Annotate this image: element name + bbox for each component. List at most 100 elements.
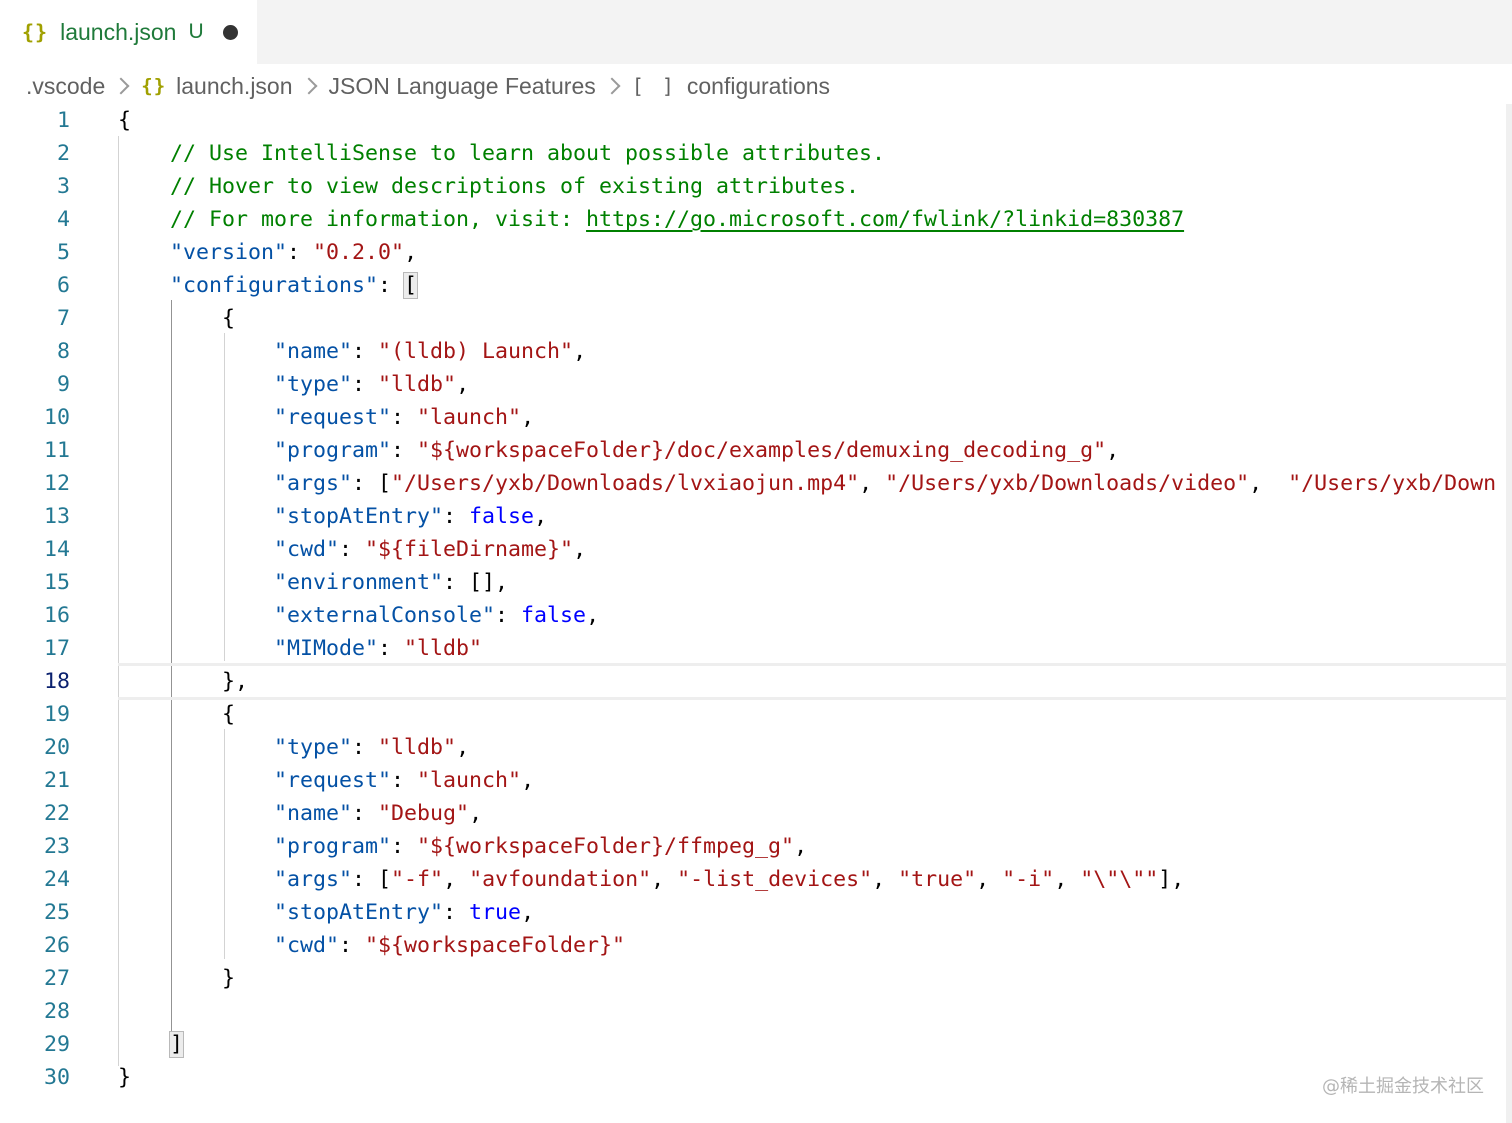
line-number[interactable]: 20 — [0, 731, 70, 764]
code-line[interactable]: 4 // For more information, visit: https:… — [0, 203, 1506, 236]
line-number[interactable]: 21 — [0, 764, 70, 797]
code-line[interactable]: 14 "cwd": "${fileDirname}", — [0, 533, 1506, 566]
line-content[interactable]: "stopAtEntry": false, — [118, 500, 547, 533]
line-content[interactable]: "MIMode": "lldb" — [118, 632, 482, 665]
line-content[interactable]: { — [118, 104, 131, 137]
code-line[interactable]: 9 "type": "lldb", — [0, 368, 1506, 401]
code-line[interactable]: 11 "program": "${workspaceFolder}/doc/ex… — [0, 434, 1506, 467]
line-number[interactable]: 14 — [0, 533, 70, 566]
line-number[interactable]: 4 — [0, 203, 70, 236]
code-line[interactable]: 18 }, — [0, 663, 1506, 700]
vertical-scrollbar[interactable] — [1506, 104, 1512, 1123]
line-number[interactable]: 13 — [0, 500, 70, 533]
line-content[interactable]: { — [118, 698, 235, 731]
code-line[interactable]: 27 } — [0, 962, 1506, 995]
code-line[interactable]: 13 "stopAtEntry": false, — [0, 500, 1506, 533]
line-number[interactable]: 7 — [0, 302, 70, 335]
line-content[interactable]: "args": ["/Users/yxb/Downloads/lvxiaojun… — [118, 467, 1496, 500]
line-content[interactable]: // For more information, visit: https://… — [118, 203, 1184, 236]
line-number[interactable]: 28 — [0, 995, 70, 1028]
line-content[interactable]: "cwd": "${fileDirname}", — [118, 533, 586, 566]
line-number[interactable]: 17 — [0, 632, 70, 665]
line-content[interactable]: "name": "(lldb) Launch", — [118, 335, 586, 368]
code-line[interactable]: 24 "args": ["-f", "avfoundation", "-list… — [0, 863, 1506, 896]
line-number[interactable]: 29 — [0, 1028, 70, 1061]
line-content[interactable]: "request": "launch", — [118, 764, 534, 797]
line-number[interactable]: 30 — [0, 1061, 70, 1094]
line-content[interactable]: "configurations": [ — [118, 269, 419, 302]
code-line[interactable]: 5 "version": "0.2.0", — [0, 236, 1506, 269]
code-link[interactable]: https://go.microsoft.com/fwlink/?linkid=… — [586, 207, 1184, 232]
line-number[interactable]: 24 — [0, 863, 70, 896]
line-content[interactable]: "environment": [], — [118, 566, 508, 599]
line-number[interactable]: 12 — [0, 467, 70, 500]
line-content[interactable]: { — [118, 302, 235, 335]
line-content[interactable]: "type": "lldb", — [118, 368, 469, 401]
line-number[interactable]: 1 — [0, 104, 70, 137]
line-content[interactable]: } — [118, 1061, 131, 1094]
code-line[interactable]: 19 { — [0, 698, 1506, 731]
code-line[interactable]: 20 "type": "lldb", — [0, 731, 1506, 764]
line-number[interactable]: 11 — [0, 434, 70, 467]
line-number[interactable]: 10 — [0, 401, 70, 434]
code-line[interactable]: 16 "externalConsole": false, — [0, 599, 1506, 632]
line-number[interactable]: 18 — [0, 665, 70, 698]
code-line[interactable]: 28 — [0, 995, 1506, 1028]
line-content[interactable]: }, — [118, 665, 248, 698]
breadcrumb-file[interactable]: launch.json — [176, 73, 292, 100]
code-line[interactable]: 21 "request": "launch", — [0, 764, 1506, 797]
code-line[interactable]: 17 "MIMode": "lldb" — [0, 632, 1506, 665]
line-content[interactable]: "request": "launch", — [118, 401, 534, 434]
code-line[interactable]: 6 "configurations": [ — [0, 269, 1506, 302]
line-number[interactable]: 8 — [0, 335, 70, 368]
code-line[interactable]: 12 "args": ["/Users/yxb/Downloads/lvxiao… — [0, 467, 1506, 500]
code-line[interactable]: 1{ — [0, 104, 1506, 137]
line-number[interactable]: 16 — [0, 599, 70, 632]
code-line[interactable]: 25 "stopAtEntry": true, — [0, 896, 1506, 929]
line-number[interactable]: 5 — [0, 236, 70, 269]
line-content[interactable]: "type": "lldb", — [118, 731, 469, 764]
line-number[interactable]: 22 — [0, 797, 70, 830]
breadcrumb-symbol[interactable]: configurations — [687, 73, 830, 100]
line-content[interactable]: ] — [118, 1028, 185, 1061]
line-content[interactable]: "args": ["-f", "avfoundation", "-list_de… — [118, 863, 1184, 896]
code-line[interactable]: 3 // Hover to view descriptions of exist… — [0, 170, 1506, 203]
code-line[interactable]: 10 "request": "launch", — [0, 401, 1506, 434]
line-number[interactable]: 27 — [0, 962, 70, 995]
code-editor[interactable]: 1{2 // Use IntelliSense to learn about p… — [0, 104, 1506, 1123]
line-content[interactable]: "cwd": "${workspaceFolder}" — [118, 929, 625, 962]
code-line[interactable]: 22 "name": "Debug", — [0, 797, 1506, 830]
code-line[interactable]: 26 "cwd": "${workspaceFolder}" — [0, 929, 1506, 962]
code-line[interactable]: 8 "name": "(lldb) Launch", — [0, 335, 1506, 368]
line-number[interactable]: 23 — [0, 830, 70, 863]
line-content[interactable]: // Hover to view descriptions of existin… — [118, 170, 859, 203]
code-line[interactable]: 7 { — [0, 302, 1506, 335]
code-line[interactable]: 30} — [0, 1061, 1506, 1094]
line-content[interactable]: } — [118, 962, 235, 995]
tab-launch-json[interactable]: {} launch.json U — [0, 0, 257, 64]
line-number[interactable]: 26 — [0, 929, 70, 962]
code-line[interactable]: 29 ] — [0, 1028, 1506, 1061]
line-content[interactable]: "program": "${workspaceFolder}/doc/examp… — [118, 434, 1119, 467]
code-token: , — [443, 867, 470, 892]
breadcrumb-folder[interactable]: .vscode — [26, 73, 105, 100]
line-number[interactable]: 15 — [0, 566, 70, 599]
line-number[interactable]: 9 — [0, 368, 70, 401]
line-number[interactable]: 2 — [0, 137, 70, 170]
code-line[interactable]: 2 // Use IntelliSense to learn about pos… — [0, 137, 1506, 170]
line-content[interactable]: // Use IntelliSense to learn about possi… — [118, 137, 885, 170]
unsaved-dot-icon[interactable] — [223, 25, 238, 40]
line-content[interactable]: "version": "0.2.0", — [118, 236, 417, 269]
line-number[interactable]: 19 — [0, 698, 70, 731]
breadcrumb-language[interactable]: JSON Language Features — [329, 73, 596, 100]
line-number[interactable]: 3 — [0, 170, 70, 203]
code-line[interactable]: 15 "environment": [], — [0, 566, 1506, 599]
line-number[interactable]: 25 — [0, 896, 70, 929]
line-content[interactable]: "program": "${workspaceFolder}/ffmpeg_g"… — [118, 830, 807, 863]
line-content[interactable]: "stopAtEntry": true, — [118, 896, 534, 929]
line-number[interactable]: 6 — [0, 269, 70, 302]
line-content[interactable]: "name": "Debug", — [118, 797, 482, 830]
line-content[interactable]: "externalConsole": false, — [118, 599, 599, 632]
code-line[interactable]: 23 "program": "${workspaceFolder}/ffmpeg… — [0, 830, 1506, 863]
